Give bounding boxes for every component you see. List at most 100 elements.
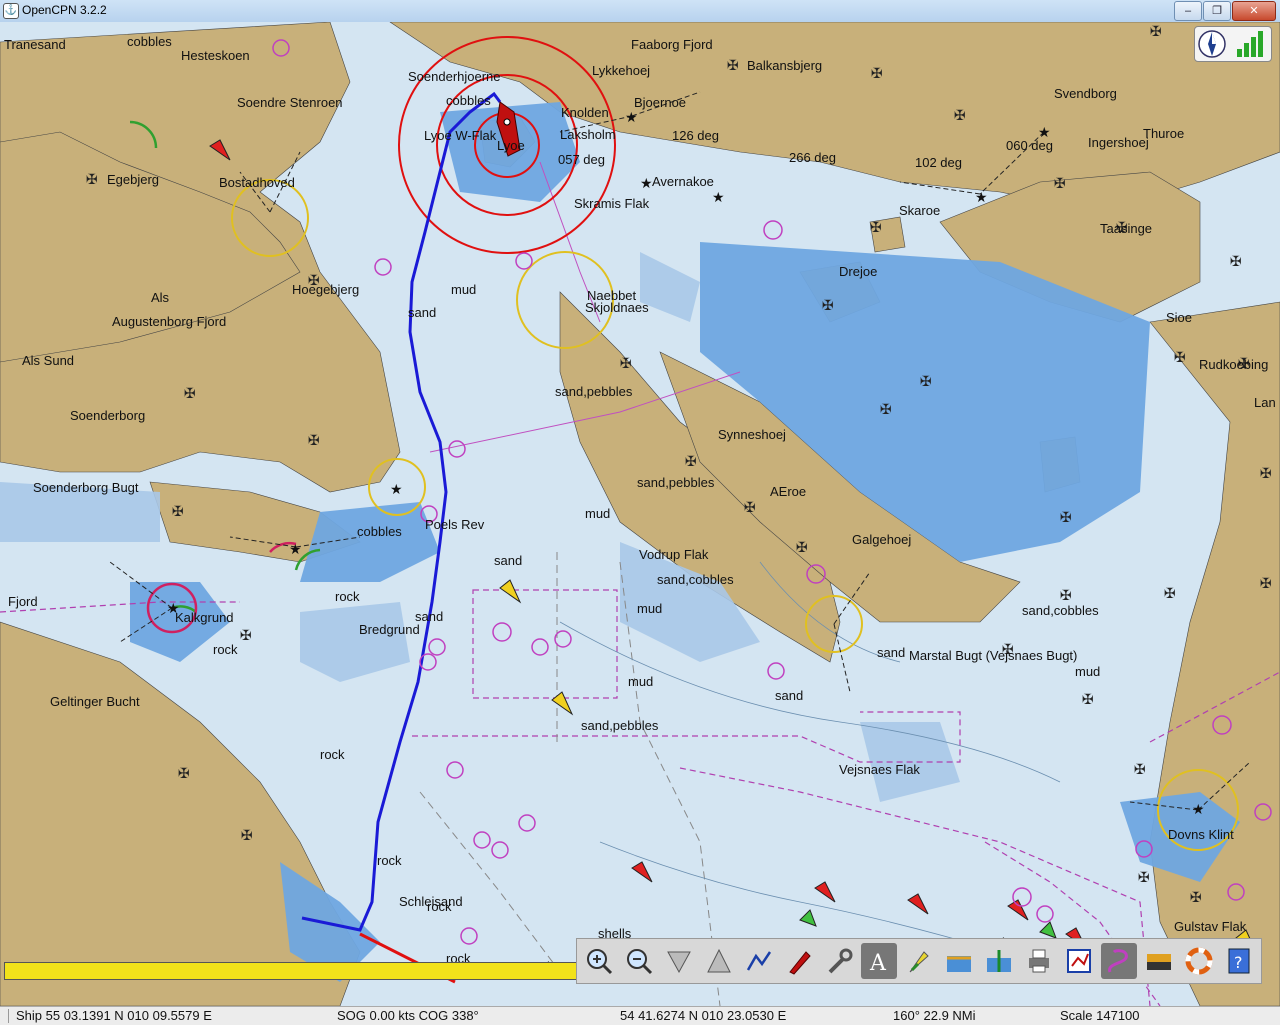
chart-label: Rudkoebing: [1199, 357, 1269, 372]
chart-label: Tranesand: [4, 37, 66, 52]
chart-label: mud: [637, 601, 663, 616]
svg-text:✠: ✠: [184, 386, 196, 402]
chart-label: Augustenborg Fjord: [112, 314, 227, 329]
text-icon[interactable]: A: [861, 943, 897, 979]
chart-label: Skaroe: [899, 203, 941, 218]
chart-label: rock: [320, 747, 345, 762]
svg-text:✠: ✠: [727, 58, 739, 74]
close-button[interactable]: ✕: [1232, 1, 1276, 21]
svg-text:✠: ✠: [1060, 510, 1072, 526]
settings-icon[interactable]: [821, 943, 857, 979]
chart-canvas[interactable]: ★ ★ ★ ★ ★ ★ ★ ★ ★ ✠ ✠ ✠ ✠ ✠ ✠ ✠ ✠ ✠ ✠ ✠ ✠ ✠ ✠ ✠ ✠ ✠ ✠ ✠ ✠ ✠ …: [0, 22, 1280, 1006]
svg-text:★: ★: [640, 176, 653, 192]
tide-icon[interactable]: [941, 943, 977, 979]
chart-label: Skramis Flak: [574, 196, 650, 211]
chart-label: sand: [494, 553, 523, 568]
svg-text:✠: ✠: [1060, 588, 1072, 604]
chart-label: Fjord: [8, 594, 38, 609]
svg-text:✠: ✠: [954, 108, 966, 124]
svg-text:✠: ✠: [1134, 762, 1146, 778]
chart-label: cobbles: [446, 93, 491, 108]
svg-text:✠: ✠: [240, 628, 252, 644]
chart-label: Skjoldnaes: [585, 300, 649, 315]
route-manager-icon[interactable]: [1061, 943, 1097, 979]
chart-label: sand: [775, 688, 804, 703]
chart-label: Lyoe W-Flak: [424, 128, 497, 143]
chart-label: Bredgrund: [359, 622, 420, 637]
chart-label: cobbles: [127, 34, 172, 49]
chart-label: Als: [151, 290, 170, 305]
print-icon[interactable]: [1021, 943, 1057, 979]
chart-label: Avernakoe: [652, 174, 714, 189]
chart-label: sand,pebbles: [555, 384, 633, 399]
scale-out-icon[interactable]: [701, 943, 737, 979]
svg-text:✠: ✠: [172, 504, 184, 520]
svg-text:A: A: [869, 951, 887, 976]
svg-text:✠: ✠: [1260, 466, 1272, 482]
chart-label: Lykkehoej: [592, 63, 651, 78]
chart-drawing: ★★★ ★★★ ★★★ ✠✠✠ ✠✠✠ ✠✠✠ ✠ ✠✠ ✠✠✠ ✠✠ ✠ ✠✠✠ …: [0, 22, 1280, 1006]
chart-label: Soendre Stenroen: [237, 95, 343, 110]
svg-text:★: ★: [1192, 802, 1205, 818]
svg-text:★: ★: [625, 110, 638, 126]
maximize-button[interactable]: ❐: [1203, 1, 1231, 21]
minimize-button[interactable]: –: [1174, 1, 1202, 21]
svg-text:✠: ✠: [241, 828, 253, 844]
chart-label: Dovns Klint: [1168, 827, 1234, 842]
progress-fill: [5, 963, 577, 979]
currents-icon[interactable]: [981, 943, 1017, 979]
ship-sog-cog: SOG 0.00 kts COG 338°: [337, 1008, 479, 1023]
chart-label: Lan: [1254, 395, 1276, 410]
chart-label: sand: [408, 305, 437, 320]
chart-label: Balkansbjerg: [747, 58, 823, 73]
compass-widget[interactable]: [1194, 26, 1272, 62]
svg-text:✠: ✠: [1150, 24, 1162, 40]
chart-label: AEroe: [770, 484, 807, 499]
current-icon[interactable]: [901, 943, 937, 979]
chart-label: Laksholm: [560, 127, 616, 142]
chart-label: Drejoe: [839, 264, 878, 279]
chart-label: mud: [1075, 664, 1101, 679]
chart-label: cobbles: [357, 524, 402, 539]
mob-icon[interactable]: [1181, 943, 1217, 979]
chart-label: 126 deg: [672, 128, 719, 143]
svg-text:✠: ✠: [1138, 870, 1150, 886]
svg-text:★: ★: [712, 190, 725, 206]
chart-label: Gulstav Flak: [1174, 919, 1247, 934]
svg-text:✠: ✠: [870, 220, 882, 236]
chart-label: Egebjerg: [107, 172, 160, 187]
svg-text:✠: ✠: [1164, 586, 1176, 602]
chart-label: Ingershoej: [1088, 135, 1149, 150]
chart-label: 060 deg: [1006, 138, 1053, 153]
chart-label: mud: [451, 282, 477, 297]
svg-text:✠: ✠: [871, 66, 883, 82]
svg-text:✠: ✠: [685, 454, 697, 470]
chart-label: mud: [585, 506, 611, 521]
scale-in-icon[interactable]: [661, 943, 697, 979]
chart-label: mud: [628, 674, 654, 689]
chart-scale: Scale 147100: [1060, 1008, 1140, 1023]
chart-label: sand,pebbles: [581, 718, 659, 733]
status-bar: Ship 55 03.1391 N 010 09.5579 E SOG 0.00…: [0, 1006, 1280, 1025]
chart-label: 266 deg: [789, 150, 836, 165]
chart-label: Poels Rev: [425, 517, 485, 532]
color-scheme-icon[interactable]: [1141, 943, 1177, 979]
chart-label: Thuroe: [1143, 126, 1185, 141]
chart-label: Lyoe: [497, 138, 525, 153]
track-icon[interactable]: [1101, 943, 1137, 979]
svg-text:✠: ✠: [796, 540, 808, 556]
title-bar: ⚓ OpenCPN 3.2.2 – ❐ ✕: [0, 0, 1280, 23]
chart-label: Vejsnaes Flak: [839, 762, 920, 777]
route-icon[interactable]: [741, 943, 777, 979]
cursor-bearing: 160° 22.9 NMi: [893, 1008, 976, 1023]
ship-follow-icon[interactable]: [781, 943, 817, 979]
svg-text:✠: ✠: [178, 766, 190, 782]
main-toolbar: A ?: [576, 938, 1262, 984]
svg-text:✠: ✠: [620, 356, 632, 372]
zoom-out-icon[interactable]: [621, 943, 657, 979]
help-icon[interactable]: ?: [1221, 943, 1257, 979]
zoom-in-icon[interactable]: [581, 943, 617, 979]
chart-label: Als Sund: [22, 353, 75, 368]
chart-label: Vodrup Flak: [639, 547, 709, 562]
svg-text:✠: ✠: [308, 433, 320, 449]
